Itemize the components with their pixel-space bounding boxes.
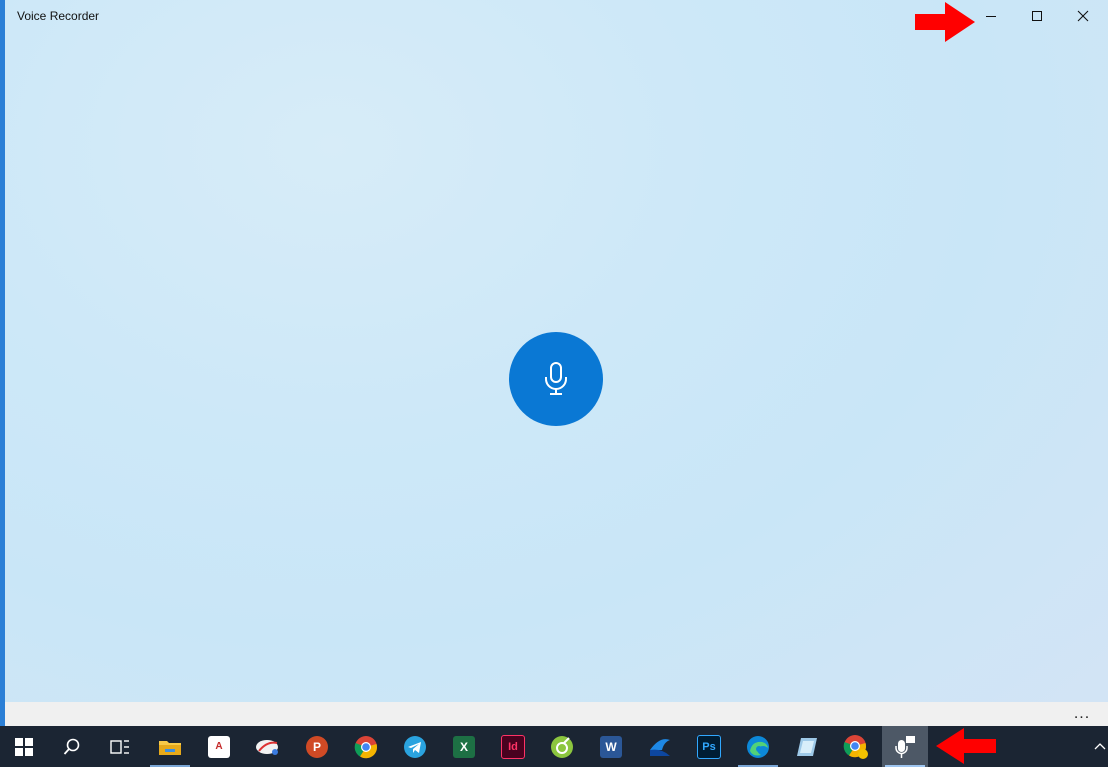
task-view-button[interactable] [97,726,143,767]
taskbar-excel[interactable]: X [441,726,487,767]
taskbar-file-explorer[interactable] [147,726,193,767]
app-icon [551,735,573,758]
telegram-icon [404,735,426,758]
excel-icon: X [453,735,475,758]
taskbar-chrome[interactable] [343,726,389,767]
taskbar-photoshop[interactable]: Ps [686,726,732,767]
taskbar-app-14[interactable] [637,726,683,767]
chevron-up-icon [1094,743,1106,750]
more-options-button[interactable]: ... [1070,702,1094,726]
taskbar-app-12[interactable] [539,726,585,767]
maximize-button[interactable] [1014,0,1060,32]
maximize-icon [1032,11,1042,21]
annotation-arrow-top [915,2,975,42]
close-icon [1077,10,1089,22]
indesign-icon: Id [501,734,525,759]
command-bar: ... [5,702,1108,726]
annotation-arrow-bottom [936,728,996,764]
minimize-icon [986,16,996,17]
taskbar-app-5[interactable]: A [196,726,242,767]
taskbar-app-17[interactable] [784,726,830,767]
taskbar-indesign[interactable]: Id [490,726,536,767]
app-icon: A [208,735,230,758]
search-icon [63,738,80,755]
window-title: Voice Recorder [17,9,100,23]
record-button[interactable] [509,332,603,426]
windows-logo-icon [15,737,33,756]
app-icon [256,739,278,755]
taskbar-word[interactable]: W [588,726,634,767]
microphone-icon [545,362,567,395]
edge-icon [747,735,769,758]
start-button[interactable] [1,726,47,767]
app-icon [650,738,670,756]
word-icon: W [600,735,622,758]
taskbar-edge[interactable] [735,726,781,767]
voice-recorder-window: Voice Recorder ... [0,0,1108,726]
taskbar-powerpoint[interactable]: P [294,726,340,767]
task-view-icon [110,739,129,754]
taskbar-chrome-canary[interactable] [833,726,879,767]
chrome-icon [354,735,378,758]
taskbar-voice-recorder[interactable] [882,726,928,767]
powerpoint-icon: P [306,735,328,758]
taskbar-telegram[interactable] [392,726,438,767]
chrome-icon [843,734,868,759]
window-border [0,0,5,726]
search-button[interactable] [49,726,95,767]
close-button[interactable] [1060,0,1106,32]
photoshop-icon: Ps [697,734,721,759]
folder-icon [159,740,181,755]
taskbar-app-6[interactable] [245,726,291,767]
voice-recorder-icon [895,735,915,758]
app-icon [797,737,817,756]
show-hidden-icons-button[interactable] [1092,736,1108,756]
